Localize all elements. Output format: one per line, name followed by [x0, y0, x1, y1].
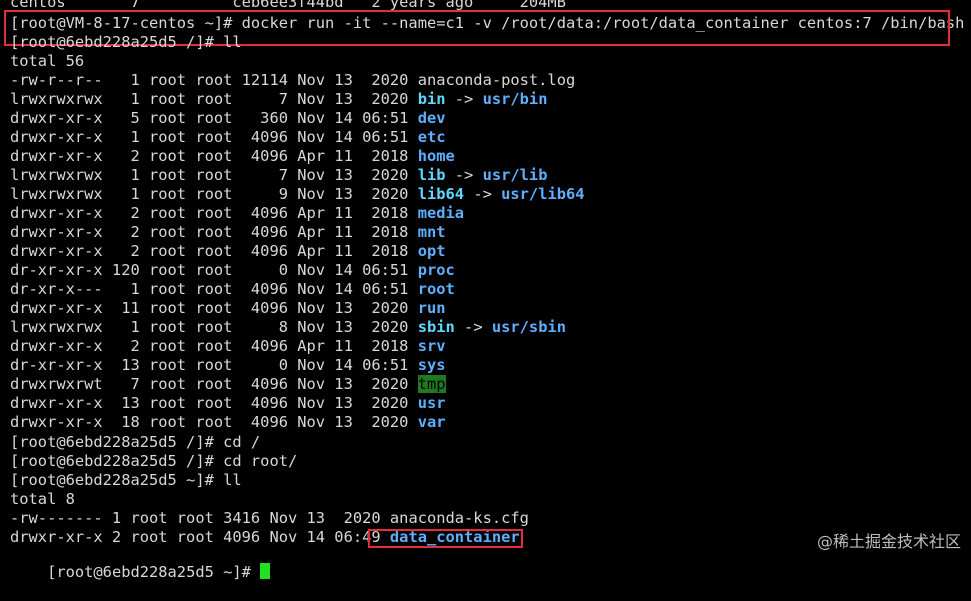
listing-meta: -rw-r--r-- 1 root root 12114 Nov 13 2020	[10, 71, 418, 89]
listing-row: -rw------- 1 root root 3416 Nov 13 2020 …	[10, 509, 529, 528]
total-line-2: total 8	[10, 490, 75, 508]
listing-meta: drwxr-xr-x 2 root root 4096 Apr 11 2018	[10, 223, 418, 241]
entry-name: sys	[417, 356, 446, 374]
listing-meta: dr-xr-xr-x 13 root root 0 Nov 14 06:51	[10, 356, 418, 374]
listing-meta: -rw------- 1 root root 3416 Nov 13 2020	[10, 509, 390, 527]
entry-name: tmp	[417, 375, 446, 393]
prompt-ll-home: [root@6ebd228a25d5 ~]# ll	[10, 471, 242, 489]
link-target: usr/sbin	[491, 318, 566, 336]
listing-row: drwxr-xr-x 11 root root 4096 Nov 13 2020…	[10, 299, 446, 318]
entry-name: srv	[417, 337, 446, 355]
listing-row: drwxr-xr-x 2 root root 4096 Apr 11 2018 …	[10, 147, 455, 166]
listing-meta: drwxr-xr-x 2 root root 4096 Apr 11 2018	[10, 204, 418, 222]
entry-name: anaconda-ks.cfg	[389, 509, 529, 527]
listing-row: lrwxrwxrwx 1 root root 8 Nov 13 2020 sbi…	[10, 318, 566, 337]
listing-row: drwxr-xr-x 2 root root 4096 Apr 11 2018 …	[10, 337, 446, 356]
listing-meta: drwxr-xr-x 13 root root 4096 Nov 13 2020	[10, 394, 418, 412]
listing-meta: lrwxrwxrwx 1 root root 9 Nov 13 2020	[10, 185, 418, 203]
terminal-window[interactable]: centos 7 ceb6ee3f44bd 2 years ago 204MB …	[0, 0, 971, 581]
prompt-cd-root-dir: [root@6ebd228a25d5 /]# cd /	[10, 433, 261, 451]
link-arrow: ->	[464, 185, 502, 203]
final-prompt: [root@6ebd228a25d5 ~]#	[47, 563, 261, 581]
listing-row: drwxr-xr-x 2 root root 4096 Apr 11 2018 …	[10, 242, 446, 261]
listing-meta: lrwxrwxrwx 1 root root 7 Nov 13 2020	[10, 166, 418, 184]
entry-name: etc	[417, 128, 446, 146]
total-line: total 56	[10, 52, 85, 70]
prompt-ll: [root@6ebd228a25d5 /]# ll	[10, 33, 242, 51]
listing-row: drwxr-xr-x 1 root root 4096 Nov 14 06:51…	[10, 128, 446, 147]
link-target: usr/bin	[482, 90, 548, 108]
entry-name: media	[417, 204, 465, 222]
listing-row: lrwxrwxrwx 1 root root 7 Nov 13 2020 lib…	[10, 166, 547, 185]
entry-name: bin	[417, 90, 446, 108]
listing-meta: lrwxrwxrwx 1 root root 8 Nov 13 2020	[10, 318, 418, 336]
entry-name: dev	[417, 109, 446, 127]
listing-row: drwxr-xr-x 13 root root 4096 Nov 13 2020…	[10, 394, 446, 413]
listing-meta: dr-xr-xr-x 120 root root 0 Nov 14 06:51	[10, 261, 418, 279]
listing-meta: drwxr-xr-x 2 root root 4096 Apr 11 2018	[10, 337, 418, 355]
listing-meta: drwxrwxrwt 7 root root 4096 Nov 13 2020	[10, 375, 418, 393]
link-arrow: ->	[454, 318, 492, 336]
listing-row: dr-xr-xr-x 120 root root 0 Nov 14 06:51 …	[10, 261, 455, 280]
listing-meta: drwxr-xr-x 1 root root 4096 Nov 14 06:51	[10, 128, 418, 146]
link-target: usr/lib	[482, 166, 548, 184]
link-arrow: ->	[445, 90, 483, 108]
entry-name: usr	[417, 394, 446, 412]
entry-name: mnt	[417, 223, 446, 241]
prompt-cd-root: [root@6ebd228a25d5 /]# cd root/	[10, 452, 298, 470]
entry-name: anaconda-post.log	[417, 71, 576, 89]
entry-name: root	[417, 280, 455, 298]
listing-meta: drwxr-xr-x 2 root root 4096 Apr 11 2018	[10, 147, 418, 165]
link-target: usr/lib64	[501, 185, 585, 203]
entry-name: lib64	[417, 185, 465, 203]
listing-row: drwxrwxrwt 7 root root 4096 Nov 13 2020 …	[10, 375, 446, 394]
entry-name: lib	[417, 166, 446, 184]
listing-row: drwxr-xr-x 18 root root 4096 Nov 13 2020…	[10, 413, 446, 432]
final-prompt-line[interactable]: [root@6ebd228a25d5 ~]#	[10, 544, 271, 581]
listing-row: dr-xr-x--- 1 root root 4096 Nov 14 06:51…	[10, 280, 455, 299]
entry-name: run	[417, 299, 446, 317]
listing-meta: drwxr-xr-x 2 root root 4096 Apr 11 2018	[10, 242, 418, 260]
listing-row: lrwxrwxrwx 1 root root 7 Nov 13 2020 bin…	[10, 90, 547, 109]
entry-name: opt	[417, 242, 446, 260]
listing-meta: drwxr-xr-x 5 root root 360 Nov 14 06:51	[10, 109, 418, 127]
watermark: @稀土掘金技术社区	[816, 532, 961, 551]
entry-name: home	[417, 147, 455, 165]
listing-row: drwxr-xr-x 5 root root 360 Nov 14 06:51 …	[10, 109, 446, 128]
listing-meta: drwxr-xr-x 11 root root 4096 Nov 13 2020	[10, 299, 418, 317]
listing-meta: dr-xr-x--- 1 root root 4096 Nov 14 06:51	[10, 280, 418, 298]
listing-row: drwxr-xr-x 2 root root 4096 Apr 11 2018 …	[10, 223, 446, 242]
cursor	[260, 563, 271, 579]
listing-meta: lrwxrwxrwx 1 root root 7 Nov 13 2020	[10, 90, 418, 108]
listing-row: -rw-r--r-- 1 root root 12114 Nov 13 2020…	[10, 71, 575, 90]
link-arrow: ->	[445, 166, 483, 184]
entry-name: sbin	[417, 318, 455, 336]
data-container-highlight-box	[368, 529, 523, 548]
listing-meta: drwxr-xr-x 18 root root 4096 Nov 13 2020	[10, 413, 418, 431]
listing-row: dr-xr-xr-x 13 root root 0 Nov 14 06:51 s…	[10, 356, 446, 375]
listing-row: lrwxrwxrwx 1 root root 9 Nov 13 2020 lib…	[10, 185, 585, 204]
listing-row: drwxr-xr-x 2 root root 4096 Apr 11 2018 …	[10, 204, 464, 223]
entry-name: proc	[417, 261, 455, 279]
entry-name: var	[417, 413, 446, 431]
